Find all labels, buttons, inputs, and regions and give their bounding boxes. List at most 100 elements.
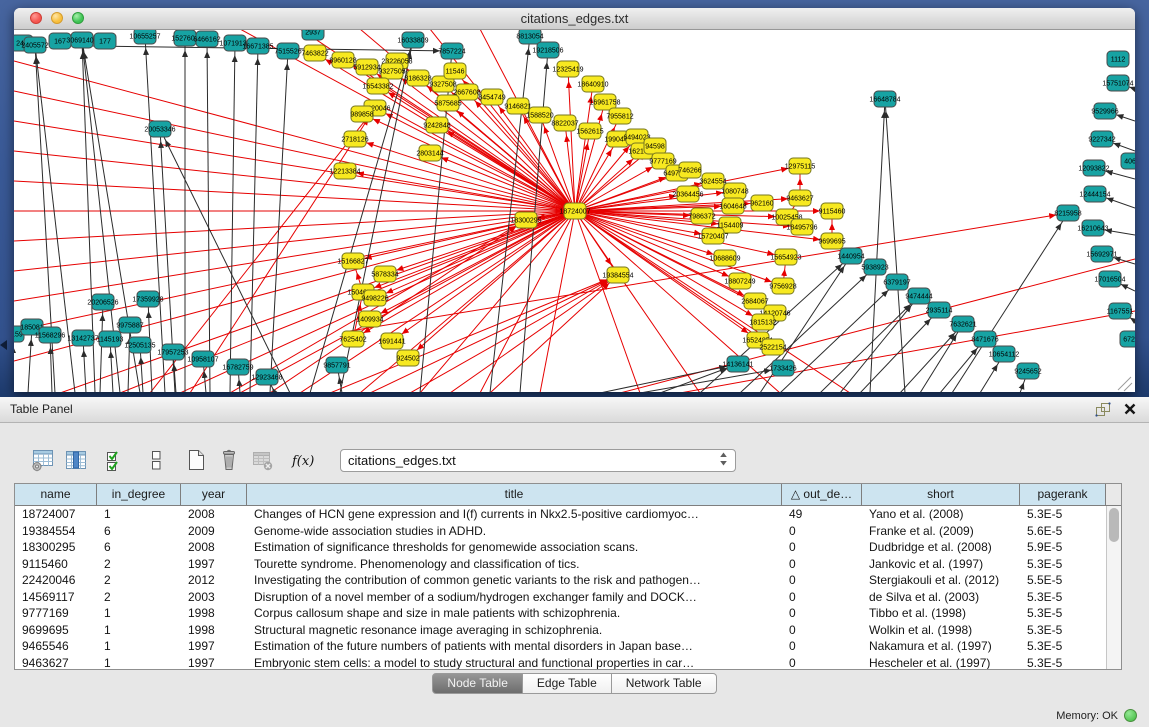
network-view-window[interactable]: citations_edges.txt 24124055721673069140… [14, 8, 1135, 392]
graph-node[interactable]: 19384554 [602, 267, 633, 283]
graph-node[interactable]: 15166827 [337, 253, 368, 269]
graph-node[interactable]: 16210643 [1077, 220, 1108, 236]
graph-node[interactable]: 11568296 [35, 327, 66, 343]
graph-node[interactable]: 16543382 [362, 78, 393, 94]
graph-edge[interactable] [575, 211, 700, 392]
graph-node[interactable]: 989858 [350, 106, 373, 122]
graph-node[interactable]: 8471676 [971, 331, 998, 347]
tab-node-table[interactable]: Node Table [432, 673, 523, 694]
column-header[interactable]: pagerank [1020, 484, 1106, 505]
graph-node[interactable]: 1815132 [749, 314, 776, 330]
graph-node[interactable]: 10958107 [187, 351, 218, 367]
graph-edge[interactable] [230, 43, 235, 392]
memory-status-icon[interactable] [1124, 709, 1137, 722]
minimize-window-button[interactable] [51, 12, 63, 24]
graph-node[interactable]: 19218506 [532, 42, 563, 58]
graph-edge[interactable] [568, 69, 575, 211]
graph-node[interactable]: 177 [94, 33, 116, 49]
graph-node[interactable]: 1562615 [576, 123, 603, 139]
graph-node[interactable]: 5938923 [861, 259, 888, 275]
zoom-window-button[interactable] [72, 12, 84, 24]
close-window-button[interactable] [30, 12, 42, 24]
graph-node[interactable]: 16782759 [222, 359, 253, 375]
column-header[interactable]: title [247, 484, 782, 505]
table-row[interactable]: 1456911722003Disruption of a novel membe… [15, 589, 1106, 606]
graph-node[interactable]: 12213384 [329, 163, 360, 179]
graph-node[interactable]: 15751074 [1102, 75, 1133, 91]
graph-edge[interactable] [14, 211, 575, 301]
graph-node[interactable]: 2935114 [926, 302, 953, 318]
graph-node[interactable]: 8454749 [478, 89, 505, 105]
graph-node[interactable]: 1167551 [1107, 303, 1134, 319]
graph-edge[interactable] [575, 211, 786, 257]
column-edit-icon[interactable] [63, 447, 89, 473]
table-row[interactable]: 1938455462009Genome-wide association stu… [15, 523, 1106, 540]
column-header[interactable]: year [181, 484, 247, 505]
graph-node[interactable]: 1440954 [837, 248, 864, 264]
graph-node[interactable]: 15654923 [770, 249, 801, 265]
graph-node[interactable]: 13142737 [67, 330, 98, 346]
graph-node[interactable]: 5912934 [353, 59, 380, 75]
graph-node[interactable]: 12923468 [251, 369, 282, 385]
graph-node[interactable]: 9327505 [378, 63, 405, 79]
graph-node[interactable]: 16671385 [242, 38, 273, 54]
column-header[interactable]: △ out_de… [782, 484, 862, 505]
table-row[interactable]: 969969511998Structural magnetic resonanc… [15, 622, 1106, 639]
float-panel-icon[interactable] [1095, 402, 1111, 422]
clear-selection-icon[interactable] [143, 447, 169, 473]
graph-node[interactable]: 9975887 [116, 317, 143, 333]
graph-edge[interactable] [900, 324, 963, 392]
graph-node[interactable]: 8215958 [1054, 205, 1081, 221]
graph-node[interactable]: 20364456 [672, 186, 703, 202]
new-table-icon[interactable] [183, 447, 209, 473]
graph-node[interactable]: 6466162 [193, 31, 220, 47]
function-builder-icon[interactable]: f(x) [289, 447, 315, 473]
graph-node[interactable]: 10654112 [989, 346, 1020, 362]
graph-node[interactable]: 9474444 [905, 288, 932, 304]
graph-edge[interactable] [540, 211, 575, 392]
graph-edge[interactable] [14, 211, 575, 241]
graph-node[interactable]: 5878334 [371, 266, 398, 282]
graph-node[interactable]: 1733426 [769, 360, 796, 376]
graph-edge[interactable] [360, 211, 575, 392]
graph-node[interactable]: 16648784 [869, 91, 900, 107]
graph-node[interactable]: 7625402 [339, 331, 366, 347]
graph-node[interactable]: 12505135 [124, 337, 155, 353]
graph-node[interactable]: 6727 [1120, 331, 1135, 347]
graph-edge[interactable] [575, 161, 663, 211]
graph-edge[interactable] [207, 39, 210, 392]
graph-node[interactable]: 1145193 [97, 331, 124, 347]
graph-node[interactable]: 1604648 [719, 198, 746, 214]
tab-edge-table[interactable]: Edge Table [523, 673, 612, 694]
table-row[interactable]: 911546021997Tourette syndrome. Phenomeno… [15, 556, 1106, 573]
graph-node[interactable]: 17957253 [157, 344, 188, 360]
graph-node[interactable]: 18807249 [724, 273, 755, 289]
delete-table-icon[interactable] [249, 447, 275, 473]
graph-node[interactable]: 8822037 [551, 115, 578, 131]
graph-node[interactable]: 11546 [444, 63, 466, 79]
window-titlebar[interactable]: citations_edges.txt [14, 8, 1135, 30]
graph-node[interactable]: 2937 [302, 30, 324, 40]
graph-edge[interactable] [410, 275, 618, 392]
graph-edge[interactable] [14, 121, 575, 211]
graph-node[interactable]: 2718126 [341, 131, 368, 147]
graph-node[interactable]: 10655257 [129, 30, 160, 44]
graph-node[interactable]: 7463822 [301, 45, 328, 61]
graph-node[interactable]: 962160 [750, 195, 773, 211]
graph-node[interactable]: 4064 [1121, 153, 1135, 169]
graph-node[interactable]: 2405572 [21, 37, 48, 53]
graph-node[interactable]: 2803144 [416, 145, 443, 161]
graph-node[interactable]: 12444154 [1079, 186, 1110, 202]
graph-node[interactable]: 9498226 [361, 290, 388, 306]
table-row[interactable]: 946554611997Estimation of the future num… [15, 638, 1106, 655]
close-panel-icon[interactable] [1123, 402, 1137, 421]
graph-node[interactable]: 1691441 [378, 333, 405, 349]
graph-node[interactable]: 9463627 [786, 190, 813, 206]
graph-edge[interactable] [885, 99, 905, 392]
graph-edge[interactable] [680, 311, 1135, 392]
graph-node[interactable]: 9699695 [818, 233, 845, 249]
graph-node[interactable]: 9242848 [423, 117, 450, 133]
graph-edge[interactable] [490, 275, 618, 392]
column-header[interactable]: in_degree [97, 484, 181, 505]
resize-grip-icon[interactable] [1118, 377, 1132, 391]
